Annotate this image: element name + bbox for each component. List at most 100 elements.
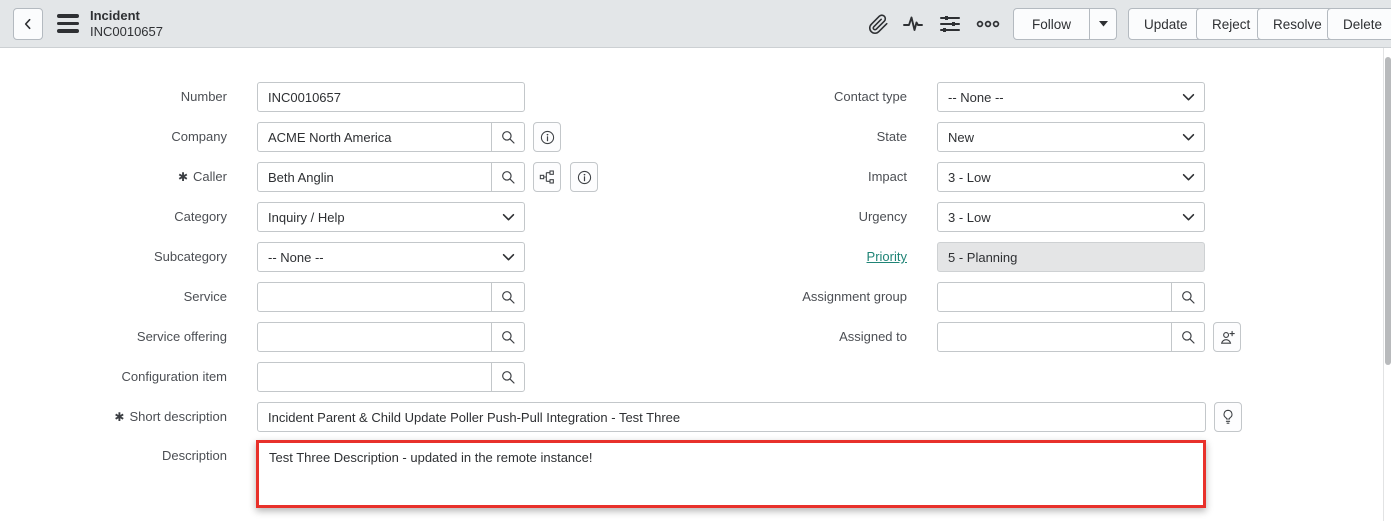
chevron-down-icon [502, 253, 515, 262]
record-type: Incident [90, 7, 163, 24]
chevron-down-icon [1182, 133, 1195, 142]
urgency-label: Urgency [707, 202, 907, 232]
assigned-to-input[interactable] [938, 323, 1171, 351]
chevron-left-icon [20, 16, 36, 32]
service-label: Service [27, 282, 227, 312]
pulse-icon [901, 12, 925, 36]
short-description-field [257, 402, 1206, 432]
service-offering-lookup-button[interactable] [491, 323, 524, 351]
impact-select[interactable]: 3 - Low [937, 162, 1205, 192]
chevron-down-icon [1182, 213, 1195, 222]
service-offering-field [257, 322, 525, 352]
context-menu-icon[interactable] [57, 14, 79, 33]
vertical-scrollbar[interactable] [1383, 48, 1391, 521]
scrollbar-thumb[interactable] [1385, 57, 1391, 365]
assigned-to-lookup-button[interactable] [1171, 323, 1204, 351]
assignment-group-lookup-button[interactable] [1171, 283, 1204, 311]
company-input[interactable] [258, 123, 491, 151]
number-label: Number [27, 82, 227, 112]
number-field [257, 82, 525, 112]
assigned-to-label: Assigned to [707, 322, 907, 352]
priority-label-link[interactable]: Priority [867, 249, 907, 264]
caller-label: ✱Caller [27, 162, 227, 192]
priority-label: Priority [707, 242, 907, 272]
resolve-button[interactable]: Resolve [1257, 8, 1338, 40]
assigned-to-field [937, 322, 1205, 352]
caller-hierarchy-button[interactable] [533, 162, 561, 192]
record-title: Incident INC0010657 [90, 7, 163, 40]
configuration-item-field [257, 362, 525, 392]
number-input[interactable] [258, 83, 524, 111]
sliders-icon [938, 12, 962, 36]
priority-readonly-field: 5 - Planning [937, 242, 1205, 272]
attachment-button[interactable] [866, 12, 890, 36]
personalize-form-button[interactable] [938, 12, 962, 36]
service-input[interactable] [258, 283, 491, 311]
service-lookup-button[interactable] [491, 283, 524, 311]
chevron-down-icon [502, 213, 515, 222]
delete-button[interactable]: Delete [1327, 8, 1391, 40]
search-icon [1179, 328, 1197, 346]
search-icon [1179, 288, 1197, 306]
category-label: Category [27, 202, 227, 232]
follow-button[interactable]: Follow [1014, 9, 1089, 39]
urgency-select[interactable]: 3 - Low [937, 202, 1205, 232]
update-button[interactable]: Update [1128, 8, 1204, 40]
info-icon [539, 129, 556, 146]
configuration-item-lookup-button[interactable] [491, 363, 524, 391]
company-field [257, 122, 525, 152]
person-add-icon [1219, 329, 1236, 346]
search-icon [499, 288, 517, 306]
state-select[interactable]: New [937, 122, 1205, 152]
chevron-down-icon [1182, 173, 1195, 182]
caller-preview-button[interactable] [570, 162, 598, 192]
category-select[interactable]: Inquiry / Help [257, 202, 525, 232]
company-preview-button[interactable] [533, 122, 561, 152]
activity-stream-button[interactable] [901, 12, 925, 36]
description-text: Test Three Description - updated in the … [259, 443, 1203, 472]
short-description-input[interactable] [258, 403, 1205, 431]
back-button[interactable] [13, 8, 43, 40]
caret-down-icon [1099, 21, 1108, 27]
state-label: State [707, 122, 907, 152]
required-icon: ✱ [114, 410, 124, 424]
assignment-group-label: Assignment group [707, 282, 907, 312]
assign-to-me-button[interactable] [1213, 322, 1241, 352]
assignment-group-input[interactable] [938, 283, 1171, 311]
org-chart-icon [539, 169, 555, 185]
search-icon [499, 128, 517, 146]
configuration-item-label: Configuration item [27, 362, 227, 392]
configuration-item-input[interactable] [258, 363, 491, 391]
more-options-button[interactable] [976, 12, 1000, 36]
follow-dropdown-button[interactable] [1089, 9, 1116, 39]
subcategory-select[interactable]: -- None -- [257, 242, 525, 272]
service-offering-input[interactable] [258, 323, 491, 351]
info-icon [576, 169, 593, 186]
paperclip-icon [868, 14, 889, 35]
required-icon: ✱ [178, 170, 188, 184]
description-label: Description [27, 441, 227, 471]
impact-label: Impact [707, 162, 907, 192]
suggestion-button[interactable] [1214, 402, 1242, 432]
form-header-bar: Incident INC0010657 [0, 0, 1391, 48]
service-offering-label: Service offering [27, 322, 227, 352]
service-field [257, 282, 525, 312]
more-dots-icon [975, 11, 1001, 37]
subcategory-label: Subcategory [27, 242, 227, 272]
search-icon [499, 368, 517, 386]
caller-field [257, 162, 525, 192]
follow-split-button: Follow [1013, 8, 1117, 40]
assignment-group-field [937, 282, 1205, 312]
company-lookup-button[interactable] [491, 123, 524, 151]
caller-input[interactable] [258, 163, 491, 191]
search-icon [499, 328, 517, 346]
contact-type-label: Contact type [707, 82, 907, 112]
chevron-down-icon [1182, 93, 1195, 102]
contact-type-select[interactable]: -- None -- [937, 82, 1205, 112]
search-icon [499, 168, 517, 186]
incident-form-page: Incident INC0010657 [0, 0, 1391, 521]
description-textarea[interactable]: Test Three Description - updated in the … [256, 440, 1206, 508]
reject-button[interactable]: Reject [1196, 8, 1266, 40]
short-description-label: ✱Short description [27, 402, 227, 432]
caller-lookup-button[interactable] [491, 163, 524, 191]
